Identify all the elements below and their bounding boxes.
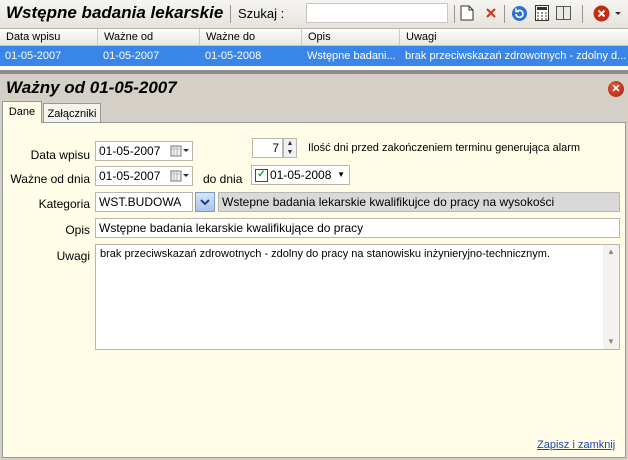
- separator: [504, 5, 505, 23]
- do-dnia-label: do dnia: [203, 172, 243, 186]
- data-wpisu-value: 01-05-2007: [99, 144, 161, 158]
- panel-icon[interactable]: [554, 4, 572, 22]
- alarm-days-stepper[interactable]: ▲ ▼: [283, 138, 297, 158]
- tab-dane[interactable]: Dane: [2, 101, 42, 123]
- table-cell: Wstępne badani...: [307, 50, 396, 62]
- chevron-down-icon: [200, 199, 210, 206]
- table-row[interactable]: 01-05-2007 01-05-2007 01-05-2008 Wstępne…: [0, 46, 628, 66]
- records-grid: Data wpisu Ważne od Ważne do Opis Uwagi …: [0, 29, 628, 70]
- alarm-days-input[interactable]: 7: [252, 138, 283, 158]
- kategoria-label: Kategoria: [38, 197, 90, 211]
- table-cell: 01-05-2008: [205, 50, 262, 62]
- calculator-icon[interactable]: [533, 4, 551, 22]
- data-wpisu-label: Data wpisu: [30, 148, 90, 162]
- splitter[interactable]: [0, 70, 628, 74]
- kategoria-description-field: Wstepne badania lekarskie kwalifikujce d…: [218, 192, 620, 212]
- alarm-days-label: Ilość dni przed zakończeniem terminu gen…: [308, 142, 581, 154]
- tab-zalaczniki[interactable]: Załączniki: [43, 103, 101, 123]
- scrollbar[interactable]: ▲ ▼: [603, 245, 619, 349]
- top-toolbar: Wstępne badania lekarskie Szukaj :: [0, 0, 628, 29]
- do-dnia-checkbox[interactable]: ✓: [255, 169, 268, 182]
- grid-header: Data wpisu Ważne od Ważne do Opis Uwagi: [0, 29, 628, 46]
- wazne-od-value: 01-05-2007: [99, 169, 161, 183]
- column-header[interactable]: Opis: [302, 29, 400, 45]
- search-input[interactable]: [306, 3, 448, 23]
- separator: [230, 5, 231, 23]
- opis-input[interactable]: Wstępne badania lekarskie kwalifikujące …: [95, 218, 620, 238]
- scroll-up-icon[interactable]: ▲: [603, 245, 619, 259]
- column-header[interactable]: Uwagi: [400, 29, 628, 45]
- kategoria-dropdown-button[interactable]: [195, 192, 215, 212]
- table-cell: brak przeciwskazań zdrowotnych - zdolny …: [405, 50, 627, 62]
- new-document-icon[interactable]: [458, 4, 476, 22]
- separator: [582, 5, 583, 23]
- uwagi-value: brak przeciwskazań zdrowotnych - zdolny …: [100, 248, 550, 260]
- scroll-down-icon[interactable]: ▼: [603, 335, 619, 349]
- wazne-od-label: Ważne od dnia: [10, 172, 90, 186]
- separator: [454, 5, 455, 23]
- close-detail-icon[interactable]: ✕: [608, 81, 624, 97]
- data-wpisu-field[interactable]: 01-05-2007: [95, 141, 193, 161]
- stepper-down-icon[interactable]: ▼: [284, 148, 296, 157]
- chevron-down-icon[interactable]: [612, 4, 624, 22]
- calendar-dropdown-icon[interactable]: [170, 144, 190, 158]
- column-header[interactable]: Ważne do: [200, 29, 302, 45]
- wazne-od-field[interactable]: 01-05-2007: [95, 166, 193, 186]
- chevron-down-icon[interactable]: ▼: [337, 166, 345, 184]
- refresh-icon[interactable]: [510, 4, 528, 22]
- kategoria-code-field[interactable]: WST.BUDOWA: [95, 192, 193, 212]
- do-dnia-value: 01-05-2008: [270, 168, 332, 182]
- table-cell: 01-05-2007: [5, 50, 62, 62]
- uwagi-textarea[interactable]: brak przeciwskazań zdrowotnych - zdolny …: [95, 244, 620, 350]
- close-icon[interactable]: [592, 4, 610, 22]
- calendar-dropdown-icon[interactable]: [170, 169, 190, 183]
- uwagi-label: Uwagi: [56, 249, 90, 263]
- table-cell: 01-05-2007: [103, 50, 160, 62]
- detail-title: Ważny od 01-05-2007: [6, 78, 177, 97]
- save-and-close-link[interactable]: Zapisz i zamknij: [537, 439, 615, 451]
- search-label: Szukaj :: [238, 6, 285, 21]
- column-header[interactable]: Data wpisu: [0, 29, 98, 45]
- stepper-up-icon[interactable]: ▲: [284, 139, 296, 148]
- delete-icon[interactable]: [482, 4, 500, 22]
- column-header[interactable]: Ważne od: [98, 29, 200, 45]
- app-title: Wstępne badania lekarskie: [6, 3, 224, 22]
- opis-label: Opis: [65, 223, 90, 237]
